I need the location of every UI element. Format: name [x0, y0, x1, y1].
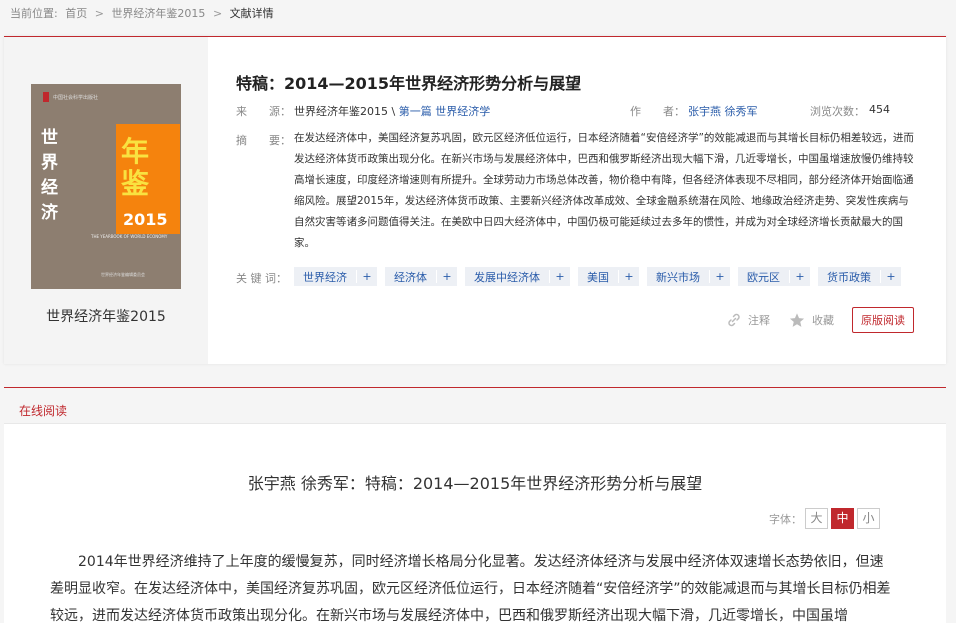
article-actions: 注释 收藏 原版阅读 — [726, 307, 914, 333]
breadcrumb-label: 当前位置: — [10, 7, 58, 20]
breadcrumb-book-link[interactable]: 世界经济年鉴2015 — [111, 7, 205, 20]
keyword-add-button[interactable]: + — [789, 270, 810, 283]
note-label[interactable]: 注释 — [748, 312, 770, 328]
keyword-tag[interactable]: 世界经济 + — [294, 267, 377, 286]
breadcrumb-separator: > — [94, 7, 104, 20]
font-size-small-button[interactable]: 小 — [857, 508, 880, 529]
favorite-label[interactable]: 收藏 — [812, 312, 834, 328]
font-size-label: 字体： — [769, 512, 802, 526]
source-value: 世界经济年鉴2015 \ 第一篇 世界经济学 — [294, 103, 490, 119]
keyword-add-button[interactable]: + — [709, 270, 730, 283]
keyword-text[interactable]: 发展中经济体 — [465, 269, 549, 285]
article-title: 特稿：2014—2015年世界经济形势分析与展望 — [236, 74, 582, 93]
keyword-text[interactable]: 美国 — [578, 269, 618, 285]
original-read-button[interactable]: 原版阅读 — [852, 307, 914, 333]
cover-vertical-title: 世界经济 — [41, 128, 58, 223]
keyword-tag[interactable]: 发展中经济体 + — [465, 267, 570, 286]
cover-year: 2015 — [123, 210, 168, 229]
keyword-text[interactable]: 货币政策 — [818, 269, 880, 285]
keyword-list: 世界经济 + 经济体 + 发展中经济体 + 美国 + 新兴市场 + 欧元区 + 货币政策 + — [294, 267, 901, 286]
keyword-add-button[interactable]: + — [880, 270, 901, 283]
keyword-tag[interactable]: 美国 + — [578, 267, 639, 286]
star-icon — [789, 312, 805, 327]
font-size-large-button[interactable]: 大 — [805, 508, 828, 529]
note-button[interactable]: 注释 — [726, 312, 770, 328]
keyword-text[interactable]: 世界经济 — [294, 269, 356, 285]
cover-english-title: THE YEARBOOK OF WORLD ECONOMY — [91, 234, 168, 239]
source-separator: \ — [391, 105, 396, 118]
reading-section-header: 在线阅读 — [4, 388, 946, 424]
views-label: 浏览次数： — [810, 105, 865, 118]
keyword-add-button[interactable]: + — [436, 270, 457, 283]
book-cover-image[interactable]: 中国社会科学出版社 世界经济 年鉴 2015 THE YEARBOOK OF W… — [31, 84, 181, 289]
keyword-text[interactable]: 经济体 — [385, 269, 436, 285]
keyword-add-button[interactable]: + — [618, 270, 639, 283]
keyword-tag[interactable]: 经济体 + — [385, 267, 457, 286]
link-icon — [728, 313, 740, 327]
cover-nianjian: 年鉴 — [121, 135, 150, 200]
favorite-button[interactable]: 收藏 — [788, 312, 834, 329]
reading-title: 张宇燕 徐秀军：特稿：2014—2015年世界经济形势分析与展望 — [247, 474, 703, 493]
keyword-text[interactable]: 欧元区 — [738, 269, 789, 285]
font-size-control: 字体： 大 中 小 — [769, 508, 880, 529]
reading-section-label: 在线阅读 — [19, 404, 68, 418]
keyword-add-button[interactable]: + — [549, 270, 570, 283]
author-label: 作 者： — [630, 105, 685, 118]
source-label: 来 源： — [236, 105, 291, 118]
cover-column: 中国社会科学出版社 世界经济 年鉴 2015 THE YEARBOOK OF W… — [4, 37, 208, 364]
publisher-logo — [43, 92, 49, 102]
article-card: 中国社会科学出版社 世界经济 年鉴 2015 THE YEARBOOK OF W… — [4, 36, 946, 364]
source-book-link[interactable]: 世界经济年鉴2015 — [294, 105, 388, 118]
abstract-label: 摘 要： — [236, 134, 291, 147]
keyword-tag[interactable]: 新兴市场 + — [647, 267, 730, 286]
keyword-text[interactable]: 新兴市场 — [647, 269, 709, 285]
font-size-medium-button[interactable]: 中 — [831, 508, 854, 529]
reading-body-text: 2014年世界经济维持了上年度的缓慢复苏，同时经济增长格局分化显著。发达经济体经… — [50, 554, 891, 623]
source-section-link[interactable]: 第一篇 世界经济学 — [399, 105, 491, 118]
breadcrumb-current: 文献详情 — [229, 7, 274, 20]
cover-publisher: 中国社会科学出版社 — [53, 95, 99, 101]
breadcrumb-home-link[interactable]: 首页 — [65, 7, 87, 20]
keyword-add-button[interactable]: + — [356, 270, 377, 283]
online-reading-section: 在线阅读 张宇燕 徐秀军：特稿：2014—2015年世界经济形势分析与展望 字体… — [4, 387, 946, 623]
breadcrumb: 当前位置: 首页 > 世界经济年鉴2015 > 文献详情 — [10, 5, 278, 21]
keyword-tag[interactable]: 欧元区 + — [738, 267, 810, 286]
cover-caption[interactable]: 世界经济年鉴2015 — [4, 306, 208, 326]
authors-link[interactable]: 张宇燕 徐秀军 — [688, 103, 758, 119]
keywords-label: 关 键 词： — [236, 272, 287, 285]
breadcrumb-separator: > — [212, 7, 223, 20]
cover-bottom-publisher: 世界经济年鉴编辑委员会 — [101, 272, 145, 277]
abstract-text: 在发达经济体中，美国经济复苏巩固，欧元区经济低位运行，日本经济随着“安倍经济学”… — [294, 132, 914, 249]
keyword-tag[interactable]: 货币政策 + — [818, 267, 901, 286]
views-count: 454 — [869, 103, 890, 116]
